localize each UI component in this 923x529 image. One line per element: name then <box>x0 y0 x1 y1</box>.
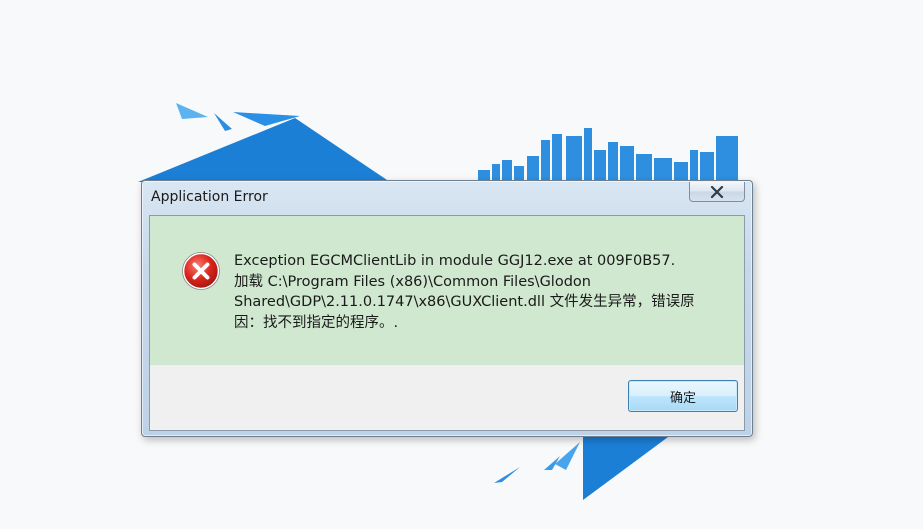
error-message-line: 加载 C:\Program Files (x86)\Common Files\G… <box>234 273 591 290</box>
error-message: Exception EGCMClientLib in module GGJ12.… <box>234 251 714 333</box>
ok-button[interactable]: 确定 <box>628 380 738 412</box>
city-skyline <box>478 128 738 180</box>
decorative-triangle <box>176 103 208 119</box>
decorative-triangle <box>138 118 390 182</box>
decorative-triangle <box>214 113 232 131</box>
decorative-triangle <box>583 437 668 500</box>
application-error-dialog: Application Error Exception EGCMClientLi… <box>141 180 753 437</box>
error-circle-x-icon <box>182 252 220 290</box>
message-area: Exception EGCMClientLib in module GGJ12.… <box>150 216 744 365</box>
error-message-line: 因：找不到指定的程序。. <box>234 314 399 331</box>
dialog-title: Application Error <box>151 189 268 205</box>
error-message-line: Shared\GDP\2.11.0.1747\x86\GUXClient.dll… <box>234 294 695 310</box>
decorative-triangle <box>494 467 520 483</box>
close-button[interactable] <box>689 182 745 202</box>
error-message-line: Exception EGCMClientLib in module GGJ12.… <box>234 253 676 269</box>
decorative-triangle <box>555 442 580 470</box>
dialog-client-area: Exception EGCMClientLib in module GGJ12.… <box>149 215 745 431</box>
close-x-icon <box>710 185 724 198</box>
